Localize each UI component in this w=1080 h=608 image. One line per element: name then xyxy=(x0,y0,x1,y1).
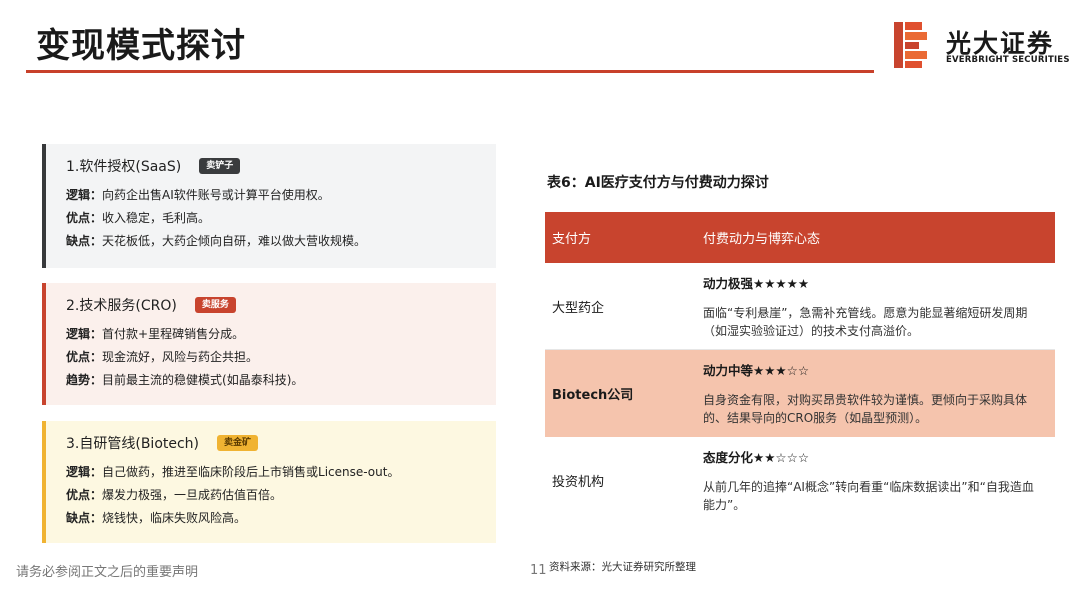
table-row: 大型药企 动力极强★★★★★ 面临“专利悬崖”，急需补充管线。愿意为能显著缩短研… xyxy=(545,263,1055,350)
disclaimer-footer: 请务必参阅正文之后的重要声明 xyxy=(16,565,199,580)
line-text: 自己做药，推进至临床阶段后上市销售或License-out。 xyxy=(102,465,400,479)
line-label: 缺点： xyxy=(66,511,103,525)
motivation-cell: 态度分化★★☆☆☆ 从前几年的追捧“AI概念”转向看重“临床数据读出”和“自我造… xyxy=(703,447,1055,514)
table-row: 投资机构 态度分化★★☆☆☆ 从前几年的追捧“AI概念”转向看重“临床数据读出”… xyxy=(545,437,1055,524)
card-line: 优点：收入稳定，毛利高。 xyxy=(66,207,496,230)
card-title: 2.技术服务(CRO) xyxy=(66,298,177,314)
card-line: 缺点：天花板低，大药企倾向自研，难以做大营收规模。 xyxy=(66,230,496,253)
line-label: 优点： xyxy=(66,488,103,502)
card-tag: 卖金矿 xyxy=(217,435,259,451)
motivation-cell: 动力极强★★★★★ 面临“专利悬崖”，急需补充管线。愿意为能显著缩短研发周期（如… xyxy=(703,273,1055,340)
page-title: 变现模式探讨 xyxy=(36,26,246,66)
line-text: 天花板低，大药企倾向自研，难以做大营收规模。 xyxy=(102,234,367,248)
payer-cell: Biotech公司 xyxy=(552,388,634,403)
card-line: 缺点：烧钱快，临床失败风险高。 xyxy=(66,507,496,530)
line-text: 现金流好，风险与药企共担。 xyxy=(102,350,259,364)
line-label: 优点： xyxy=(66,350,103,364)
card-title: 3.自研管线(Biotech) xyxy=(66,436,200,452)
card-tag: 卖服务 xyxy=(194,297,236,313)
everbright-logo: 光大证券 EVERBRIGHT SECURITIES xyxy=(894,22,1069,68)
card-line: 优点：爆发力极强，一旦成药估值百倍。 xyxy=(66,484,496,507)
line-label: 趋势： xyxy=(66,373,103,387)
line-label: 逻辑： xyxy=(66,465,103,479)
line-text: 目前最主流的稳健模式(如晶泰科技)。 xyxy=(102,373,304,387)
logo-english-name: EVERBRIGHT SECURITIES xyxy=(946,55,1070,65)
line-text: 首付款+里程碑销售分成。 xyxy=(102,327,245,341)
card-line: 逻辑：向药企出售AI软件账号或计算平台使用权。 xyxy=(66,184,496,207)
payer-table: 支付方 付费动力与博弈心态 大型药企 动力极强★★★★★ 面临“专利悬崖”，急需… xyxy=(545,212,1055,524)
title-divider xyxy=(26,70,874,73)
description-text: 面临“专利悬崖”，急需补充管线。愿意为能显著缩短研发周期（如湿实验验证过）的技术… xyxy=(703,305,1028,338)
payer-cell: 大型药企 xyxy=(552,300,605,316)
line-text: 烧钱快，临床失败风险高。 xyxy=(102,511,247,525)
table-caption: 表6：AI医疗支付方与付费动力探讨 xyxy=(547,175,769,191)
line-label: 缺点： xyxy=(66,234,103,248)
card-line: 逻辑：自己做药，推进至临床阶段后上市销售或License-out。 xyxy=(66,461,496,484)
source-note: 资料来源：光大证券研究所整理 xyxy=(549,561,696,573)
model-card-biotech: 3.自研管线(Biotech) 卖金矿 逻辑：自己做药，推进至临床阶段后上市销售… xyxy=(42,421,496,543)
card-line: 逻辑：首付款+里程碑销售分成。 xyxy=(66,323,496,346)
line-text: 向药企出售AI软件账号或计算平台使用权。 xyxy=(102,188,330,202)
payer-cell: 投资机构 xyxy=(552,475,605,490)
card-line: 优点：现金流好，风险与药企共担。 xyxy=(66,346,496,369)
rating-text: 动力中等★★★☆☆ xyxy=(703,363,810,378)
table-header-payer: 支付方 xyxy=(552,232,592,247)
rating-text: 动力极强★★★★★ xyxy=(703,275,810,291)
description-text: 自身资金有限，对购买昂贵软件较为谨慎。更倾向于采购具体的、结果导向的CRO服务（… xyxy=(703,393,1028,425)
line-label: 优点： xyxy=(66,211,103,225)
page-number: 11 xyxy=(530,563,547,578)
table-row: Biotech公司 动力中等★★★☆☆ 自身资金有限，对购买昂贵软件较为谨慎。更… xyxy=(545,350,1055,437)
card-title: 1.软件授权(SaaS) xyxy=(66,159,182,175)
table-header-motivation: 付费动力与博弈心态 xyxy=(703,232,821,247)
description-text: 从前几年的追捧“AI概念”转向看重“临床数据读出”和“自我造血能力”。 xyxy=(703,480,1034,512)
model-card-saas: 1.软件授权(SaaS) 卖铲子 逻辑：向药企出售AI软件账号或计算平台使用权。… xyxy=(42,144,496,268)
model-card-cro: 2.技术服务(CRO) 卖服务 逻辑：首付款+里程碑销售分成。 优点：现金流好，… xyxy=(42,283,496,405)
rating-text: 态度分化★★☆☆☆ xyxy=(703,450,810,465)
card-line: 趋势：目前最主流的稳健模式(如晶泰科技)。 xyxy=(66,369,496,392)
line-label: 逻辑： xyxy=(66,188,103,202)
line-label: 逻辑： xyxy=(66,327,103,341)
motivation-cell: 动力中等★★★☆☆ 自身资金有限，对购买昂贵软件较为谨慎。更倾向于采购具体的、结… xyxy=(703,360,1055,427)
card-tag: 卖铲子 xyxy=(199,158,241,174)
line-text: 收入稳定，毛利高。 xyxy=(102,211,211,225)
line-text: 爆发力极强，一旦成药估值百倍。 xyxy=(102,488,283,502)
table-header-row: 支付方 付费动力与博弈心态 xyxy=(545,212,1055,263)
everbright-logo-icon xyxy=(894,22,930,68)
